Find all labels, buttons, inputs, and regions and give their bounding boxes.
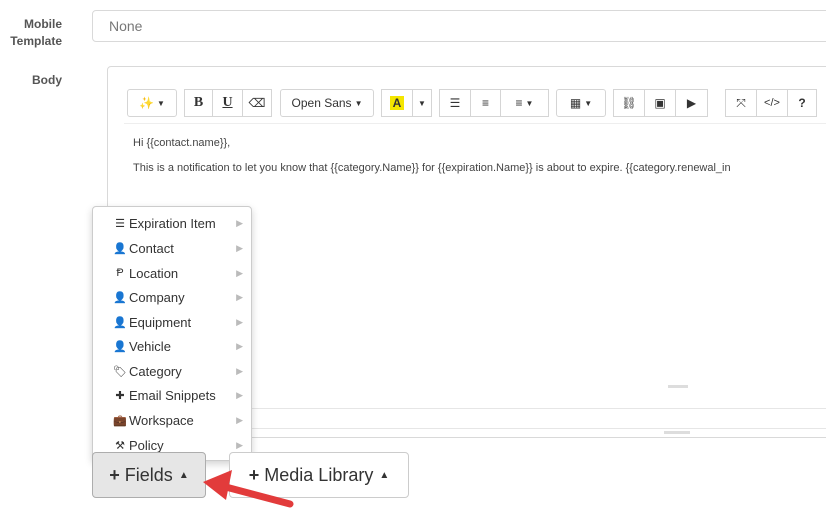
annotation-arrow-icon [203,470,294,508]
